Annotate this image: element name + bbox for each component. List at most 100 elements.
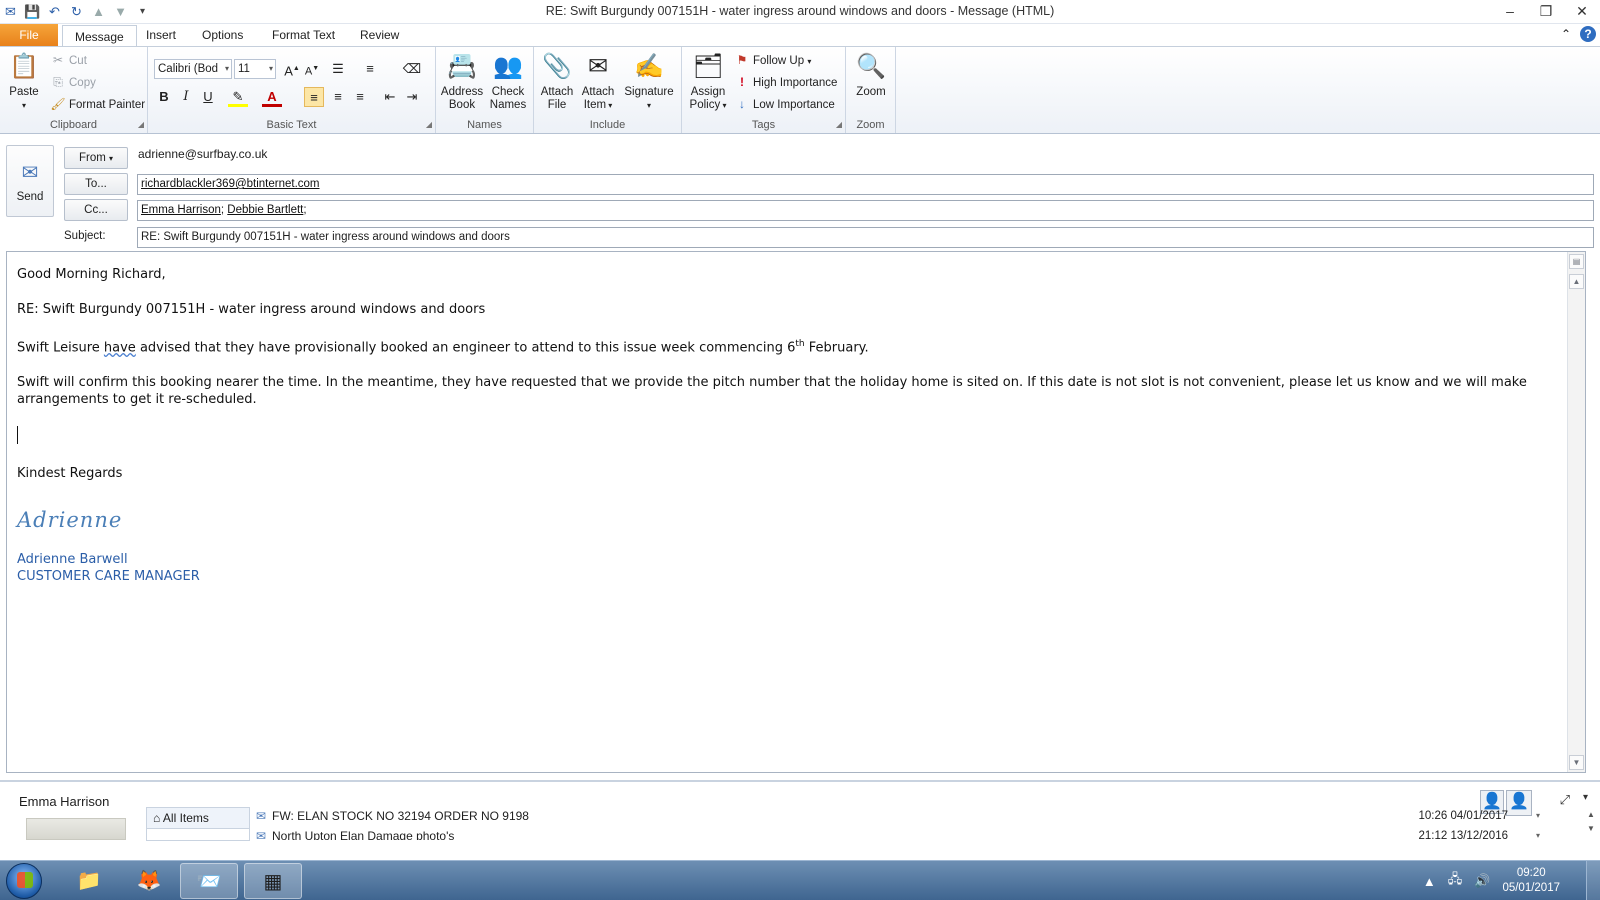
bullets-icon[interactable]: ☰ — [328, 59, 348, 79]
align-center-icon[interactable]: ≡ — [328, 87, 348, 107]
show-hidden-icons-icon[interactable]: ▲ — [1423, 874, 1436, 889]
from-button[interactable]: From ▾ — [64, 147, 128, 169]
scroll-up-icon[interactable]: ▲ — [1569, 274, 1584, 289]
tab-review[interactable]: Review — [348, 24, 411, 46]
close-icon[interactable]: ✕ — [1564, 0, 1600, 22]
group-names: 📇 Address Book 👥 Check Names Names — [436, 47, 534, 133]
ruler-toggle-icon[interactable]: ▤ — [1569, 254, 1584, 269]
format-painter-button[interactable]: 🖌 Format Painter — [50, 95, 145, 113]
outlook-taskbar-icon[interactable]: 📨 — [180, 863, 238, 899]
tab-file[interactable]: File — [0, 24, 58, 46]
cut-button[interactable]: ✂ Cut — [50, 51, 87, 69]
grow-font-icon[interactable]: A▲ — [282, 59, 302, 79]
check-names-icon: 👥 — [493, 53, 523, 80]
ribbon-tabs: File Message Insert Options Format Text … — [0, 24, 1600, 47]
window-title: RE: Swift Burgundy 007151H - water ingre… — [545, 4, 1055, 18]
decrease-indent-icon[interactable]: ⇤ — [380, 87, 400, 107]
from-value: adrienne@surfbay.co.uk — [138, 147, 268, 161]
check-names-button[interactable]: 👥 Check Names — [486, 51, 530, 112]
shrink-font-icon[interactable]: A▼ — [302, 59, 322, 79]
envelope-icon: ✉ — [256, 829, 267, 840]
group-clipboard: 📋 Paste ▾ ✂ Cut ⎘ Copy 🖌 Format Painter Cli… — [0, 47, 148, 133]
chevron-down-icon[interactable]: ▾ — [225, 60, 229, 78]
minimize-icon[interactable]: – — [1492, 0, 1528, 22]
grammar-flagged-word[interactable]: have — [104, 340, 136, 355]
tab-insert[interactable]: Insert — [134, 24, 188, 46]
send-button[interactable]: ✉ Send — [6, 145, 54, 217]
underline-button[interactable]: U — [198, 87, 218, 107]
restore-icon[interactable]: ❐ — [1528, 0, 1564, 22]
volume-icon[interactable]: 🔊 — [1474, 873, 1490, 889]
font-size-combo[interactable]: 11 ▾ — [234, 59, 276, 79]
show-desktop-button[interactable] — [1586, 861, 1600, 900]
chevron-down-icon[interactable]: ▾ — [269, 60, 273, 78]
list-item[interactable]: ✉ North Upton Elan Damage photo's 21:12 1… — [256, 827, 1540, 840]
high-importance-button[interactable]: ! High Importance — [734, 73, 837, 91]
assign-policy-button[interactable]: 🗂 Assign Policy ▾ — [686, 51, 730, 112]
cc-button[interactable]: Cc... — [64, 199, 128, 221]
chevron-down-icon[interactable]: ▾ — [1536, 807, 1540, 825]
start-button[interactable] — [6, 863, 42, 899]
cc-field[interactable]: Emma Harrison; Debbie Bartlett; — [137, 200, 1594, 221]
subject-field[interactable]: RE: Swift Burgundy 007151H - water ingre… — [137, 227, 1594, 248]
people-pane: Emma Harrison 👤 👤 ⤢ ▾ ⌂ All Items ✉ FW: E… — [0, 780, 1600, 858]
clipboard-launcher-icon[interactable]: ◢ — [138, 120, 144, 129]
subject-label: Subject: — [64, 230, 106, 242]
group-label-zoom: Zoom — [856, 119, 885, 131]
copy-button[interactable]: ⎘ Copy — [50, 73, 96, 91]
chevron-down-icon[interactable]: ▾ — [1536, 827, 1540, 840]
clear-formatting-icon[interactable]: ⌫ — [402, 59, 422, 79]
filter-list[interactable] — [146, 829, 250, 841]
list-item[interactable]: ✉ FW: ELAN STOCK NO 32194 ORDER NO 9198 1… — [256, 807, 1540, 825]
font-name-combo[interactable]: Calibri (Bod ▾ — [154, 59, 232, 79]
network-icon[interactable]: 🖧 — [1448, 870, 1463, 892]
tab-format-text[interactable]: Format Text — [260, 24, 347, 46]
people-scrollbar[interactable]: ▲ ▼ — [1584, 808, 1598, 838]
compose-header: ✉ Send From ▾ adrienne@surfbay.co.uk To.… — [0, 135, 1600, 251]
recipient-to[interactable]: richardblackler369@btinternet.com — [141, 178, 320, 190]
zoom-button[interactable]: 🔍 Zoom — [850, 51, 892, 99]
brush-icon: 🖌 — [50, 97, 66, 111]
font-color-icon[interactable]: A — [262, 87, 282, 107]
paste-dropdown-icon[interactable]: ▾ — [6, 99, 42, 112]
firefox-taskbar-icon[interactable]: 🦊 — [120, 863, 178, 899]
body-scrollbar[interactable]: ▤ ▲ ▼ — [1567, 252, 1585, 772]
explorer-taskbar-icon[interactable]: 📁 — [60, 863, 118, 899]
align-right-icon[interactable]: ≡ — [350, 87, 370, 107]
paste-icon: 📋 — [9, 53, 39, 80]
tab-options[interactable]: Options — [190, 24, 255, 46]
message-body-text[interactable]: Good Morning Richard, RE: Swift Burgundy… — [17, 266, 1555, 585]
to-button[interactable]: To... — [64, 173, 128, 195]
attach-file-button[interactable]: 📎 Attach File — [538, 51, 576, 112]
tags-launcher-icon[interactable]: ◢ — [836, 120, 842, 129]
recipient-cc[interactable]: Debbie Bartlett — [227, 204, 303, 216]
basic-text-launcher-icon[interactable]: ◢ — [426, 120, 432, 129]
numbering-icon[interactable]: ≡ — [360, 59, 380, 79]
increase-indent-icon[interactable]: ⇥ — [402, 87, 422, 107]
signature-button[interactable]: ✍ Signature ▾ — [620, 51, 678, 112]
highlight-icon[interactable]: ✎ — [228, 87, 248, 107]
app-taskbar-icon[interactable]: ▦ — [244, 863, 302, 899]
address-book-button[interactable]: 📇 Address Book — [440, 51, 484, 112]
all-items-filter[interactable]: ⌂ All Items — [146, 807, 250, 829]
low-importance-button[interactable]: ↓ Low Importance — [734, 95, 835, 113]
attach-item-button[interactable]: ✉ Attach Item ▾ — [578, 51, 618, 112]
scroll-down-icon[interactable]: ▼ — [1569, 755, 1584, 770]
to-field[interactable]: richardblackler369@btinternet.com — [137, 174, 1594, 195]
paste-button[interactable]: 📋 Paste ▾ — [6, 51, 42, 112]
home-icon: ⌂ — [153, 811, 161, 825]
minimize-ribbon-icon[interactable]: ⌃ — [1558, 26, 1574, 42]
tab-message[interactable]: Message — [62, 25, 137, 47]
align-left-icon[interactable]: ≡ — [304, 87, 324, 107]
help-icon[interactable]: ? — [1580, 26, 1596, 42]
contact-thumbnail — [26, 818, 126, 840]
expand-icon[interactable]: ⤢ — [1560, 792, 1570, 808]
italic-button[interactable]: I — [176, 87, 196, 107]
group-label-names: Names — [467, 119, 502, 131]
bold-button[interactable]: B — [154, 87, 174, 107]
system-clock[interactable]: 09:20 05/01/2017 — [1502, 866, 1560, 896]
recipient-cc[interactable]: Emma Harrison — [141, 204, 221, 216]
message-body[interactable]: Good Morning Richard, RE: Swift Burgundy… — [6, 251, 1586, 773]
follow-up-button[interactable]: ⚑ Follow Up ▾ — [734, 51, 812, 69]
collapse-pane-icon[interactable]: ▾ — [1583, 792, 1588, 803]
